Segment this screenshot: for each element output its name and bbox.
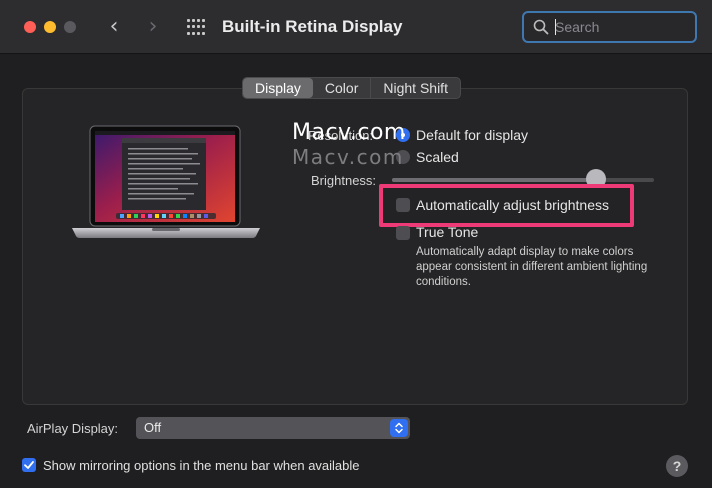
chevron-left-icon[interactable]: ‹ — [103, 14, 125, 40]
true-tone-description: Automatically adapt display to make colo… — [416, 246, 648, 288]
true-tone-checkbox[interactable] — [396, 226, 410, 240]
airplay-display-select[interactable]: Off — [136, 417, 410, 439]
watermark-line-1: Macv.com — [292, 120, 406, 145]
grid-icon[interactable] — [187, 19, 205, 35]
brightness-label: Brightness: — [311, 173, 377, 188]
title-bar: ‹ › Built-in Retina Display — [0, 0, 712, 54]
airplay-display-value: Off — [144, 420, 162, 435]
search-icon — [533, 19, 549, 35]
watermark: Macv.com Macv.com — [292, 120, 406, 169]
auto-brightness-label[interactable]: Automatically adjust brightness — [416, 197, 609, 213]
tab-display[interactable]: Display — [243, 78, 313, 98]
show-mirroring-label[interactable]: Show mirroring options in the menu bar w… — [43, 458, 360, 473]
zoom-window-button[interactable] — [64, 21, 76, 33]
true-tone-label[interactable]: True Tone — [416, 224, 478, 240]
window-title: Built-in Retina Display — [222, 17, 403, 36]
watermark-line-2: Macv.com — [292, 145, 404, 169]
tab-color[interactable]: Color — [313, 78, 370, 98]
default-resolution-label[interactable]: Default for display — [416, 127, 528, 143]
brightness-slider-fill — [392, 178, 597, 182]
chevron-up-down-icon[interactable] — [390, 419, 408, 437]
checkmark-icon — [24, 461, 34, 469]
auto-brightness-checkbox[interactable] — [396, 198, 410, 212]
help-button[interactable]: ? — [666, 455, 688, 477]
chevron-right-icon[interactable]: › — [142, 14, 164, 40]
show-mirroring-checkbox[interactable] — [22, 458, 36, 472]
close-window-button[interactable] — [24, 21, 36, 33]
airplay-display-label: AirPlay Display: — [27, 421, 119, 436]
brightness-slider[interactable] — [392, 178, 654, 182]
search-field[interactable] — [522, 11, 697, 43]
tab-night-shift[interactable]: Night Shift — [370, 78, 460, 98]
macbook-illustration — [72, 125, 260, 238]
minimize-window-button[interactable] — [44, 21, 56, 33]
scaled-resolution-label[interactable]: Scaled — [416, 149, 459, 165]
tab-bar: Display Color Night Shift — [242, 77, 461, 99]
search-input[interactable] — [555, 17, 691, 37]
